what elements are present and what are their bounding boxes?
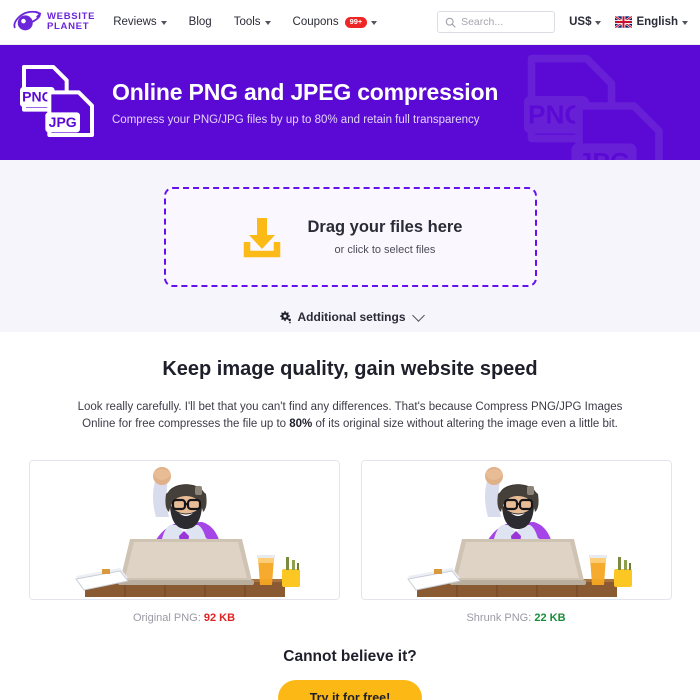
nav-label-blog: Blog <box>188 16 212 28</box>
nav-item-blog[interactable]: Blog <box>189 16 212 28</box>
nav-item-coupons[interactable]: Coupons 99+ <box>293 16 378 28</box>
page-title: Online PNG and JPEG compression <box>112 79 499 105</box>
main-navigation: Reviews Blog Tools Coupons 99+ <box>113 16 378 28</box>
section-heading: Keep image quality, gain website speed <box>162 358 538 380</box>
nav-item-reviews[interactable]: Reviews <box>113 16 167 28</box>
site-logo[interactable]: WEBSITE PLANET <box>12 10 95 34</box>
hero-png-jpg-icon: PNG JPG <box>20 64 94 137</box>
nav-label-reviews: Reviews <box>113 16 157 28</box>
chevron-down-icon <box>160 21 167 25</box>
comparison-item-original: Original PNG: 92 KB <box>28 460 340 624</box>
chevron-down-icon <box>264 21 271 25</box>
cta-section: Cannot believe it? Try it for free! <box>0 648 700 700</box>
cta-heading: Cannot believe it? <box>283 648 417 665</box>
shrunk-image-card <box>360 460 672 600</box>
site-header: WEBSITE PLANET Reviews Blog Tools Coupon… <box>0 0 700 45</box>
paragraph-highlight: 80% <box>289 418 313 430</box>
chevron-down-icon <box>595 21 602 25</box>
dropzone-subtitle: or click to select files <box>334 244 436 256</box>
image-comparison: Original PNG: 92 KB Shrunk PNG: 22 KB <box>0 460 700 624</box>
original-image-card <box>28 460 340 600</box>
man-in-cape-at-desk-photo <box>29 461 339 599</box>
original-file-size: 92 KB <box>203 612 236 624</box>
logo-text-line2: PLANET <box>47 21 90 32</box>
man-in-cape-at-desk-photo <box>361 461 671 599</box>
currency-selector[interactable]: US$ <box>569 16 602 28</box>
chevron-down-icon <box>682 21 688 25</box>
coupons-count-badge: 99+ <box>344 16 368 28</box>
section-paragraph: Look really carefully. I'll bet that you… <box>60 399 640 433</box>
svg-text:PNG: PNG <box>528 100 585 130</box>
shrunk-file-size: 22 KB <box>534 612 566 624</box>
hero-watermark-png-jpg-icon: PNG JPG <box>524 54 663 160</box>
shrunk-caption-label: Shrunk PNG: <box>466 612 532 624</box>
nav-label-coupons: Coupons <box>292 16 339 28</box>
language-label: English <box>636 16 678 28</box>
hero-banner: PNG JPG PNG JPG Online PNG and JPEG comp… <box>0 45 700 160</box>
search-placeholder: Search... <box>461 16 504 28</box>
dropzone-text: Drag your files here or click to select … <box>308 218 463 256</box>
currency-label: US$ <box>569 16 592 28</box>
hero-text-block: Online PNG and JPEG compression Compress… <box>112 79 498 126</box>
nav-label-tools: Tools <box>233 16 261 28</box>
page-subtitle: Compress your PNG/JPG files by up to 80%… <box>112 114 480 126</box>
main-content: Keep image quality, gain website speed L… <box>0 332 700 700</box>
original-caption-label: Original PNG: <box>132 612 201 624</box>
try-it-for-free-button[interactable]: Try it for free! <box>277 680 423 700</box>
hero-icon-jpg-label: JPG <box>49 114 77 130</box>
language-selector[interactable]: English <box>615 16 688 28</box>
uk-flag-icon <box>615 16 633 28</box>
svg-text:JPG: JPG <box>578 147 631 160</box>
file-dropzone[interactable]: Drag your files here or click to select … <box>163 187 537 287</box>
planet-icon <box>13 10 42 31</box>
nav-item-tools[interactable]: Tools <box>234 16 271 28</box>
dropzone-title: Drag your files here <box>307 218 463 236</box>
paragraph-part-2: of its original size without altering th… <box>312 418 618 430</box>
header-right-controls: Search... US$ English <box>437 11 688 33</box>
shrunk-image-caption: Shrunk PNG: 22 KB <box>361 612 672 624</box>
upload-section: Drag your files here or click to select … <box>0 160 700 332</box>
gear-icon <box>279 311 291 324</box>
comparison-item-shrunk: Shrunk PNG: 22 KB <box>360 460 672 624</box>
download-tray-icon <box>243 218 280 258</box>
additional-settings-label: Additional settings <box>297 310 406 324</box>
chevron-down-icon <box>411 308 425 322</box>
search-input[interactable]: Search... <box>437 11 556 33</box>
chevron-down-icon <box>371 21 378 25</box>
original-image-caption: Original PNG: 92 KB <box>29 612 340 624</box>
search-icon <box>445 17 456 28</box>
additional-settings-toggle[interactable]: Additional settings <box>278 308 425 324</box>
